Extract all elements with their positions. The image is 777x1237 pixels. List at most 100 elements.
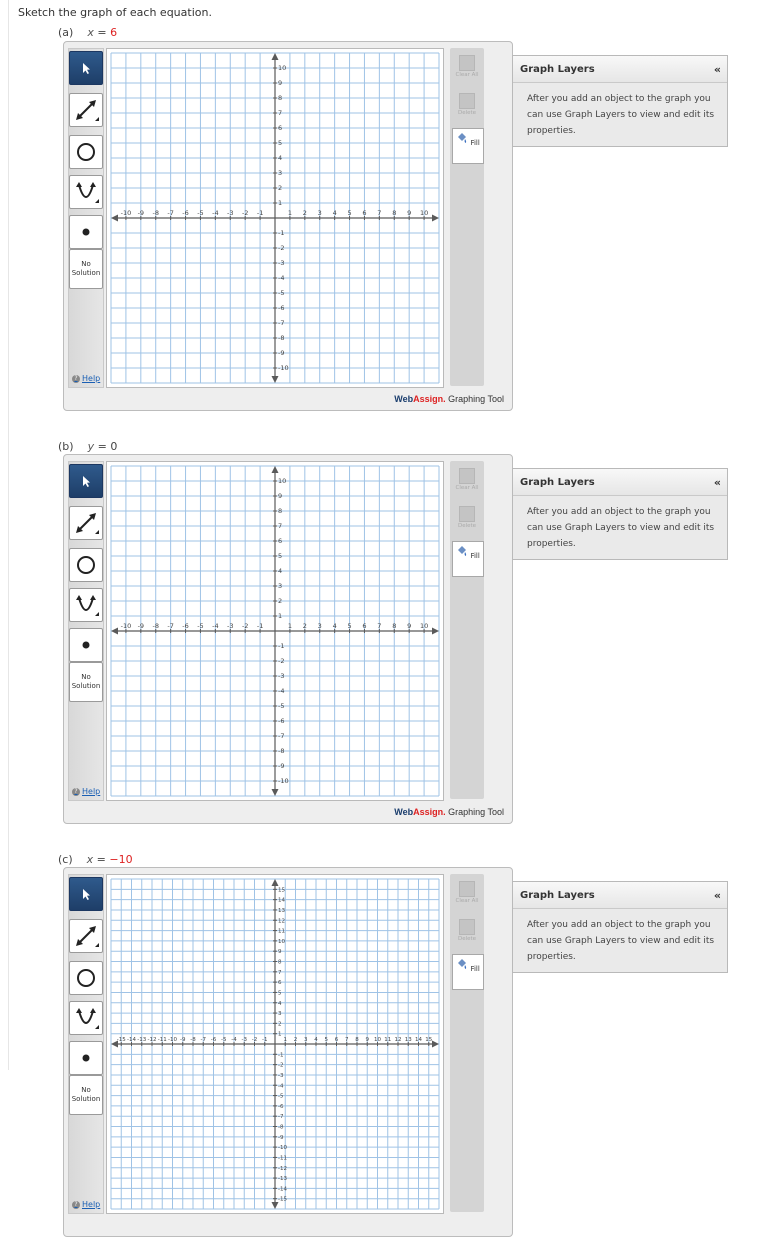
right-tool-panel: Clear All Delete Fill (450, 874, 484, 1212)
pointer-tool-button[interactable] (69, 51, 103, 85)
delete-button[interactable]: Delete (452, 503, 482, 537)
x-tick-label: 9 (407, 209, 411, 217)
y-tick-label: 2 (278, 597, 282, 605)
x-tick-label: 2 (303, 209, 307, 217)
help-link[interactable]: ? Help (72, 787, 100, 796)
y-tick-label: -7 (278, 732, 284, 740)
x-tick-label: 8 (355, 1037, 359, 1043)
clear-all-button[interactable]: Clear All (452, 878, 482, 912)
coordinate-grid: -15-15-14-14-13-13-12-12-11-11-10-10-9-9… (110, 878, 440, 1210)
y-tick-label: 6 (278, 980, 282, 986)
y-tick-label: -9 (278, 1135, 284, 1141)
parabola-tool-button[interactable] (69, 175, 103, 209)
webassign-brand: WebAssign. Graphing Tool (394, 394, 504, 404)
right-tool-panel: Clear All Delete Fill (450, 48, 484, 386)
parabola-tool-button[interactable] (69, 1001, 103, 1035)
help-link[interactable]: ? Help (72, 374, 100, 383)
no-solution-button[interactable]: No Solution (69, 662, 103, 702)
parabola-tool-button[interactable] (69, 588, 103, 622)
x-axis-arrow-right (432, 1040, 439, 1048)
x-tick-label: 2 (294, 1037, 298, 1043)
graph-canvas[interactable]: -10 -10 -9 -9 -8 -8 -7 -7 -6 -6 -5 -5 -4 -4 -3 -3 -2 -2 -1… (106, 48, 444, 388)
x-tick-label: -10 (121, 622, 132, 630)
fill-bucket-icon (458, 546, 467, 556)
y-axis-arrow-bottom (271, 1202, 279, 1209)
y-tick-label: -6 (278, 304, 284, 312)
graph-layers-header[interactable]: Graph Layers « (513, 56, 727, 83)
y-tick-label: 9 (278, 492, 282, 500)
graph-canvas[interactable]: -10 -10 -9 -9 -8 -8 -7 -7 -6 -6 -5 -5 -4 -4 -3 -3 -2 -2 -1… (106, 461, 444, 801)
line-tool-button[interactable] (69, 506, 103, 540)
part-c-equals: = (93, 853, 110, 866)
y-tick-label: 6 (278, 124, 282, 132)
line-arrows-icon (76, 926, 99, 947)
x-axis-arrow-left (111, 214, 118, 222)
help-icon: ? (72, 374, 80, 383)
x-tick-label: 8 (392, 622, 396, 630)
y-tick-label: 8 (278, 960, 282, 966)
x-tick-label: 6 (362, 622, 366, 630)
y-tick-label: -15 (278, 1197, 287, 1203)
part-c-letter: (c) (58, 853, 73, 866)
graph-canvas[interactable]: -15 -15 -14 -14 -13 -13 -12 -12 -11 -11 -10 -10 -9 -9… (106, 874, 444, 1214)
pointer-tool-button[interactable] (69, 877, 103, 911)
collapse-chevron-icon[interactable]: « (714, 63, 721, 76)
y-tick-label: 4 (278, 1001, 282, 1007)
x-tick-label: -1 (257, 622, 263, 630)
graph-layers-panel-a: Graph Layers « After you add an object t… (512, 55, 728, 147)
x-tick-label: -6 (211, 1037, 217, 1043)
graph-layers-header[interactable]: Graph Layers « (513, 882, 727, 909)
graphing-tool-b: No Solution ? Help -10 -10 -9 -9 -8 -8 -7 -7 -6 -6… (63, 454, 513, 824)
toolbar: No Solution ? Help (68, 874, 104, 1214)
line-tool-button[interactable] (69, 93, 103, 127)
y-tick-label: 2 (278, 1021, 282, 1027)
no-solution-line2: Solution (71, 1095, 101, 1103)
point-dot-icon (82, 1054, 90, 1062)
x-tick-label: -1 (262, 1037, 267, 1043)
y-tick-label: -10 (278, 1145, 287, 1151)
y-tick-label: 10 (278, 477, 286, 485)
collapse-chevron-icon[interactable]: « (714, 889, 721, 902)
x-tick-label: 4 (333, 622, 337, 630)
graphing-tool-c: No Solution ? Help -15 -15 -14 -14 -13 -13 -12-… (63, 867, 513, 1237)
clear-all-button[interactable]: Clear All (452, 465, 482, 499)
page-left-rule (8, 0, 9, 1070)
x-tick-label: 5 (347, 209, 351, 217)
graphing-tool-a: No Solution ? Help -10 -10 -9 -9 -8 -8 -7 -7 -6 -6… (63, 41, 513, 411)
no-solution-button[interactable]: No Solution (69, 249, 103, 289)
fill-button[interactable]: Fill (452, 954, 484, 990)
circle-tool-button[interactable] (69, 548, 103, 582)
fill-button[interactable]: Fill (452, 128, 484, 164)
help-link[interactable]: ? Help (72, 1200, 100, 1209)
x-tick-label: -3 (227, 622, 233, 630)
delete-button[interactable]: Delete (452, 90, 482, 124)
webassign-brand: WebAssign. Graphing Tool (394, 807, 504, 817)
clear-all-label: Clear All (455, 72, 479, 78)
y-tick-label: 8 (278, 507, 282, 515)
point-tool-button[interactable] (69, 215, 103, 249)
line-tool-button[interactable] (69, 919, 103, 953)
x-tick-label: -1 (257, 209, 263, 217)
brand-graphing-tool: Graphing Tool (445, 807, 504, 817)
graph-layers-panel-b: Graph Layers « After you add an object t… (512, 468, 728, 560)
x-tick-label: 4 (333, 209, 337, 217)
fill-label: Fill (470, 965, 480, 973)
y-tick-label: -2 (278, 657, 284, 665)
clear-all-button[interactable]: Clear All (452, 52, 482, 86)
circle-tool-button[interactable] (69, 135, 103, 169)
y-tick-label: 13 (278, 908, 285, 914)
fill-button[interactable]: Fill (452, 541, 484, 577)
part-b-letter: (b) (58, 440, 74, 453)
circle-tool-button[interactable] (69, 961, 103, 995)
graph-layers-header[interactable]: Graph Layers « (513, 469, 727, 496)
toolbar: No Solution ? Help (68, 48, 104, 388)
x-tick-label: -7 (201, 1037, 207, 1043)
x-tick-label: 3 (318, 209, 322, 217)
y-tick-label: -5 (278, 702, 284, 710)
pointer-tool-button[interactable] (69, 464, 103, 498)
delete-button[interactable]: Delete (452, 916, 482, 950)
point-tool-button[interactable] (69, 628, 103, 662)
collapse-chevron-icon[interactable]: « (714, 476, 721, 489)
x-axis-arrow-right (432, 214, 439, 222)
no-solution-button[interactable]: No Solution (69, 1075, 103, 1115)
